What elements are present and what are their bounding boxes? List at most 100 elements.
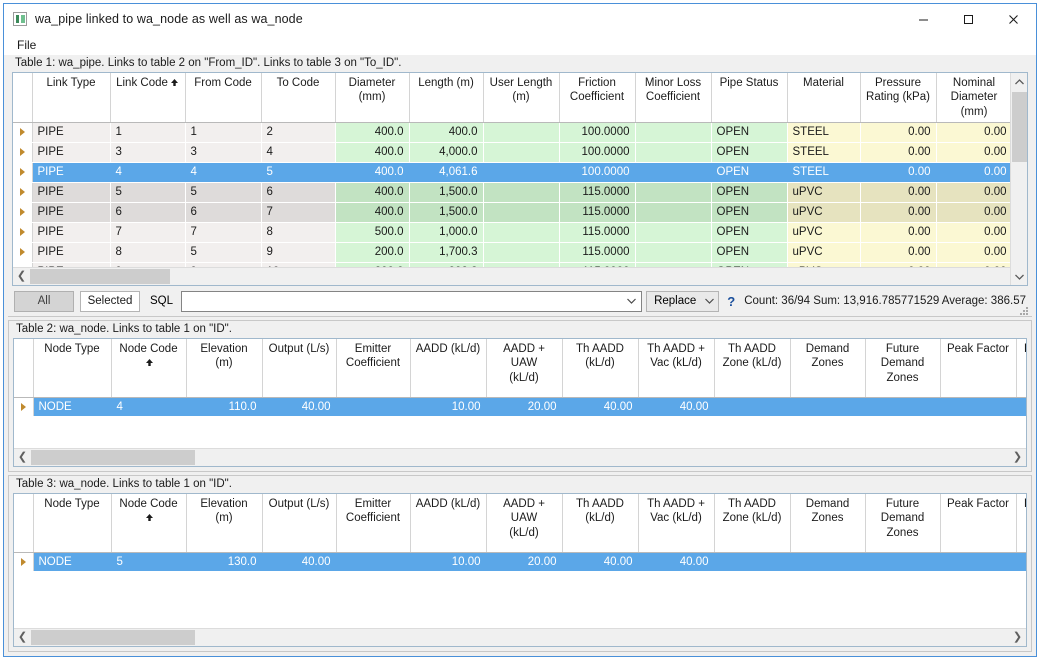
- column-header-length-m[interactable]: Length (m): [409, 73, 484, 124]
- table-cell[interactable]: PIPE: [32, 202, 111, 223]
- table-cell[interactable]: 5: [110, 182, 186, 203]
- column-header-emitter-coefficient[interactable]: Emitter Coefficient: [336, 339, 411, 398]
- close-button[interactable]: [991, 4, 1036, 34]
- row-indicator[interactable]: [13, 242, 33, 263]
- table-cell[interactable]: [714, 552, 791, 573]
- chevron-down-icon[interactable]: [705, 295, 715, 307]
- table-cell[interactable]: 115.0000: [559, 222, 636, 243]
- table1-vertical-scrollbar[interactable]: [1010, 73, 1027, 285]
- table-cell[interactable]: 40.00: [638, 552, 715, 573]
- table-cell[interactable]: OPEN: [711, 182, 788, 203]
- table-cell[interactable]: PIPE: [32, 222, 111, 243]
- table-cell[interactable]: 115.0000: [559, 182, 636, 203]
- table-cell[interactable]: 4,061.6: [409, 162, 484, 183]
- vertical-scroll-track[interactable]: [1011, 90, 1028, 268]
- scroll-left-icon[interactable]: ❮: [13, 268, 30, 285]
- table-row[interactable]: PIPE 8 5 9 200.0 1,700.3 115.0000 OPEN uPVC 0.00 0…: [13, 242, 1013, 263]
- table-cell[interactable]: 7: [110, 222, 186, 243]
- table-cell[interactable]: 130.0: [186, 552, 263, 573]
- column-header-node-code[interactable]: Node Code: [111, 339, 187, 398]
- table-row[interactable]: PIPE 4 4 5 400.0 4,061.6 100.0000 OPEN STEEL 0.00…: [13, 162, 1013, 183]
- row-indicator[interactable]: [13, 162, 33, 183]
- scroll-right-icon[interactable]: ❯: [1009, 449, 1026, 466]
- horizontal-scroll-thumb[interactable]: [30, 269, 170, 284]
- table-cell[interactable]: STEEL: [787, 142, 861, 163]
- row-indicator[interactable]: [13, 182, 33, 203]
- table-cell[interactable]: 100.0000: [559, 142, 636, 163]
- minimize-button[interactable]: [901, 4, 946, 34]
- row-indicator[interactable]: [13, 222, 33, 243]
- horizontal-scroll-thumb[interactable]: [31, 450, 195, 465]
- table-cell[interactable]: OPEN: [711, 202, 788, 223]
- row-indicator[interactable]: [14, 552, 34, 573]
- table-cell[interactable]: [940, 397, 1017, 418]
- table-cell[interactable]: [483, 162, 560, 183]
- table-cell[interactable]: 40.00: [562, 552, 639, 573]
- column-header-diameter-mm[interactable]: Diameter (mm): [335, 73, 410, 124]
- selected-button[interactable]: Selected: [80, 290, 140, 312]
- horizontal-scroll-track[interactable]: [31, 629, 1009, 646]
- column-header-node-type[interactable]: Node Type: [33, 494, 112, 553]
- table-cell[interactable]: STEEL: [787, 162, 861, 183]
- table-cell[interactable]: uPVC: [787, 202, 861, 223]
- column-header-elevation-m[interactable]: Elevation (m): [186, 494, 263, 553]
- table-cell[interactable]: uPVC: [787, 222, 861, 243]
- row-indicator[interactable]: [13, 142, 33, 163]
- column-header-aadd-kl-d[interactable]: AADD (kL/d): [410, 494, 487, 553]
- table1-horizontal-scrollbar[interactable]: ❮: [13, 267, 1010, 285]
- replace-dropdown[interactable]: Replace: [646, 290, 720, 312]
- table-cell[interactable]: [336, 552, 411, 573]
- table-cell[interactable]: 1,700.3: [409, 242, 484, 263]
- column-header-aadd-kl-d[interactable]: AADD (kL/d): [410, 339, 487, 398]
- table-cell[interactable]: 100.0000: [559, 122, 636, 144]
- table-row[interactable]: PIPE 1 1 2 400.0 400.0 100.0000 OPEN STEEL 0.00 0.…: [13, 122, 1013, 144]
- column-header-minor-loss-coefficient[interactable]: Minor Loss Coefficient: [635, 73, 712, 124]
- table-cell[interactable]: 200.0: [335, 242, 410, 263]
- table-cell[interactable]: 1,500.0: [409, 182, 484, 203]
- table-cell[interactable]: 40.00: [262, 397, 337, 418]
- table3-horizontal-scrollbar[interactable]: ❮ ❯: [14, 628, 1026, 646]
- table-cell[interactable]: 5: [111, 552, 187, 573]
- table-cell[interactable]: 8: [110, 242, 186, 263]
- table-cell[interactable]: 9: [261, 242, 336, 263]
- table-cell[interactable]: 0.00: [936, 182, 1013, 203]
- table-cell[interactable]: 40.00: [562, 397, 639, 418]
- horizontal-scroll-thumb[interactable]: [31, 630, 195, 645]
- column-header-pe-c[interactable]: PeC: [1016, 494, 1026, 553]
- column-header-future-demand-zones[interactable]: Future Demand Zones: [865, 339, 941, 398]
- table-cell[interactable]: [635, 162, 712, 183]
- table-cell[interactable]: [635, 222, 712, 243]
- table-cell[interactable]: PIPE: [32, 142, 111, 163]
- column-header-peak-factor[interactable]: Peak Factor: [940, 339, 1017, 398]
- column-header-th-aadd-zone-kl-d[interactable]: Th AADD Zone (kL/d): [714, 339, 791, 398]
- column-header-to-code[interactable]: To Code: [261, 73, 336, 124]
- column-header-emitter-coefficient[interactable]: Emitter Coefficient: [336, 494, 411, 553]
- table-cell[interactable]: 20.00: [486, 552, 563, 573]
- scroll-left-icon[interactable]: ❮: [14, 449, 31, 466]
- table-cell[interactable]: 0.00: [936, 142, 1013, 163]
- table-cell[interactable]: OPEN: [711, 142, 788, 163]
- table-cell[interactable]: [635, 202, 712, 223]
- table-cell[interactable]: 10.00: [410, 397, 487, 418]
- table-cell[interactable]: 5: [185, 182, 262, 203]
- table-cell[interactable]: 0.00: [860, 202, 937, 223]
- column-header-demand-zones[interactable]: Demand Zones: [790, 494, 866, 553]
- table-row[interactable]: PIPE 7 7 8 500.0 1,000.0 115.0000 OPEN uPVC 0.00 0…: [13, 222, 1013, 243]
- table-cell[interactable]: [483, 182, 560, 203]
- table-cell[interactable]: [483, 122, 560, 144]
- table-cell[interactable]: NODE: [33, 552, 112, 573]
- chevron-down-icon[interactable]: [624, 292, 639, 311]
- table-cell[interactable]: [790, 552, 866, 573]
- table-cell[interactable]: PIPE: [32, 162, 111, 183]
- table-cell[interactable]: 0.00: [936, 202, 1013, 223]
- column-header-peak-factor[interactable]: Peak Factor: [940, 494, 1017, 553]
- column-header-output-l-s[interactable]: Output (L/s): [262, 339, 337, 398]
- maximize-button[interactable]: [946, 4, 991, 34]
- row-indicator[interactable]: [14, 397, 34, 418]
- table-cell[interactable]: STEEL: [787, 122, 861, 144]
- menu-item-file[interactable]: File: [13, 37, 40, 53]
- table-row[interactable]: PIPE 3 3 4 400.0 4,000.0 100.0000 OPEN STEEL 0.00…: [13, 142, 1013, 163]
- table-cell[interactable]: 0.00: [936, 222, 1013, 243]
- column-header-pipe-status[interactable]: Pipe Status: [711, 73, 788, 124]
- table-cell[interactable]: 400.0: [335, 202, 410, 223]
